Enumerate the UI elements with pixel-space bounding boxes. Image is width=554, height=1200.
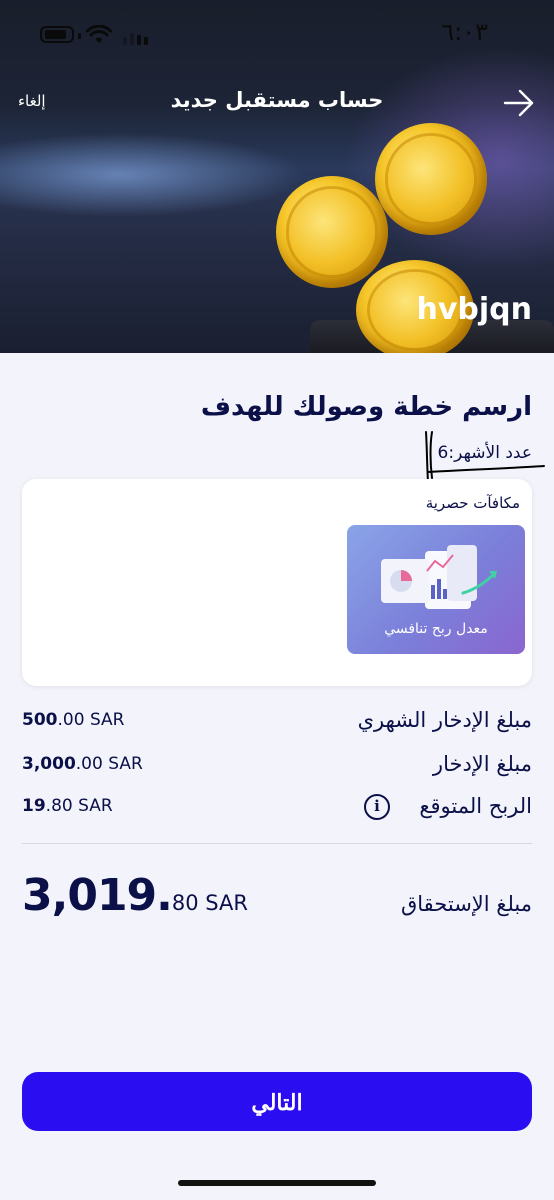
- status-time: ٦:٠٣: [441, 18, 488, 46]
- header-hero: ٦:٠٣ إلغاء حساب مستقبل جديد hvbjqn: [0, 0, 554, 353]
- info-icon[interactable]: i: [364, 794, 390, 820]
- cancel-button[interactable]: إلغاء: [18, 92, 46, 110]
- maturity-amount: 3,019.80 SAR: [22, 870, 248, 921]
- saving-row: مبلغ الإدخار 3,000.00 SAR: [22, 752, 532, 788]
- handwritten-annotation: [425, 431, 545, 483]
- coin-image: [375, 123, 487, 235]
- maturity-amount-label: مبلغ الإستحقاق: [400, 892, 532, 916]
- rewards-card: مكافآت حصرية معدل ربح تنافسي: [22, 479, 532, 686]
- hero-tag: hvbjqn: [416, 292, 532, 327]
- promo-tile[interactable]: معدل ربح تنافسي: [347, 525, 525, 654]
- promo-label: معدل ربح تنافسي: [384, 621, 488, 637]
- monthly-saving-amount: 500.00 SAR: [22, 710, 125, 730]
- saving-label: مبلغ الإدخار: [432, 752, 532, 776]
- wifi-icon: [86, 25, 112, 43]
- coin-image: [276, 176, 388, 288]
- next-button[interactable]: التالي: [22, 1072, 532, 1131]
- divider: [22, 843, 532, 844]
- monthly-saving-row: مبلغ الإدخار الشهري 500.00 SAR: [22, 708, 532, 744]
- maturity-amount-row: مبلغ الإستحقاق 3,019.80 SAR: [22, 870, 532, 930]
- saving-amount: 3,000.00 SAR: [22, 754, 143, 774]
- expected-profit-label: الربح المتوقع: [419, 794, 532, 818]
- expected-profit-row: الربح المتوقع i 19.80 SAR: [22, 794, 532, 830]
- page-title: حساب مستقبل جديد: [170, 88, 384, 112]
- battery-icon: [40, 26, 81, 43]
- status-bar: ٦:٠٣: [0, 0, 554, 72]
- monthly-saving-label: مبلغ الإدخار الشهري: [357, 708, 532, 732]
- expected-profit-amount: 19.80 SAR: [22, 796, 113, 816]
- rewards-title: مكافآت حصرية: [425, 494, 520, 512]
- arrow-right-icon[interactable]: [502, 86, 536, 120]
- home-indicator: [178, 1180, 376, 1186]
- chart-illustration-icon: [381, 545, 497, 609]
- signal-icon: [123, 33, 148, 45]
- plan-headline: ارسم خطة وصولك للهدف: [200, 392, 532, 422]
